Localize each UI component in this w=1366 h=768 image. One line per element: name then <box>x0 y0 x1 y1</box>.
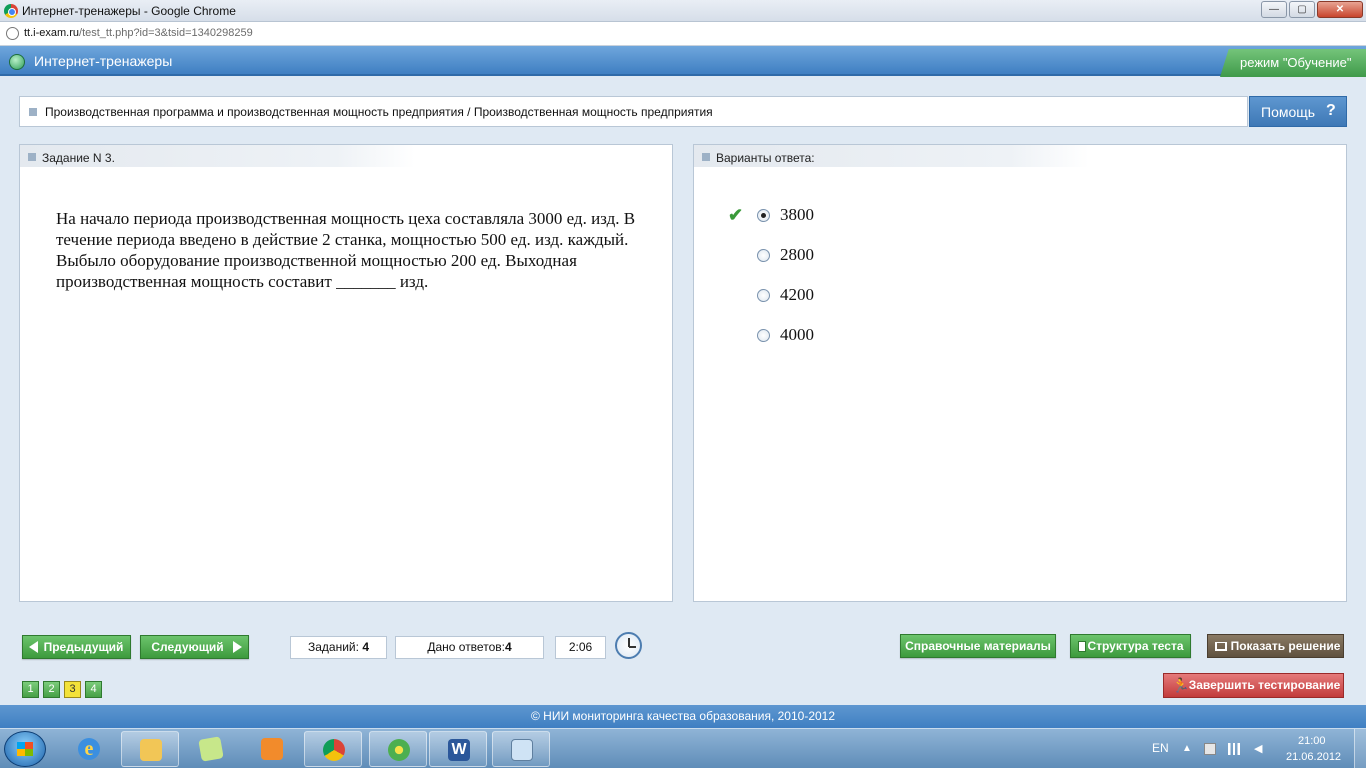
taskbar: e W EN ▲ ◀ 21:00 21.06.2012 <box>0 728 1366 768</box>
answer-radio[interactable] <box>757 209 770 222</box>
tasks-count-label: Заданий: <box>308 640 359 654</box>
next-label: Следующий <box>151 640 224 654</box>
answer-radio[interactable] <box>757 289 770 302</box>
taskbar-time[interactable]: 21:00 <box>1298 735 1326 747</box>
task-panel: Задание N 3. На начало периода производс… <box>19 144 673 602</box>
media-player-icon <box>261 738 283 760</box>
question-icon: ? <box>1326 102 1336 119</box>
arrow-right-icon <box>233 641 242 653</box>
chrome-icon <box>323 739 345 761</box>
next-button[interactable]: Следующий <box>140 635 249 659</box>
finish-test-button[interactable]: 🏃 Завершить тестирование <box>1163 673 1344 698</box>
help-button[interactable]: Помощь ? <box>1249 96 1347 127</box>
tasks-count: Заданий: 4 <box>290 636 387 659</box>
app-title: Интернет-тренажеры <box>34 53 173 69</box>
document-icon <box>1078 641 1086 652</box>
show-desktop-button[interactable] <box>1354 729 1366 768</box>
task-panel-header: Задание N 3. <box>20 145 415 167</box>
answer-label: 4000 <box>780 325 814 344</box>
window-title: Интернет-тренажеры - Google Chrome <box>22 4 236 18</box>
answers-count-label: Дано ответов: <box>427 640 505 654</box>
page-icon <box>6 27 19 40</box>
address-bar[interactable]: tt.i-exam.ru/test_tt.php?id=3&tsid=13402… <box>0 22 1366 46</box>
taskbar-media-player[interactable] <box>243 731 301 767</box>
answers-count: Дано ответов:4 <box>395 636 544 659</box>
bullet-square-icon <box>28 153 36 161</box>
task-heading: Задание N 3. <box>42 151 115 165</box>
breadcrumb-text: Производственная программа и производств… <box>45 105 713 119</box>
previous-button[interactable]: Предыдущий <box>22 635 131 659</box>
action-center-icon[interactable] <box>1204 743 1216 755</box>
page-button-2[interactable]: 2 <box>43 681 60 698</box>
page-button-1[interactable]: 1 <box>22 681 39 698</box>
page-button-4[interactable]: 4 <box>85 681 102 698</box>
help-label: Помощь <box>1261 104 1316 120</box>
answers-panel-header: Варианты ответа: <box>694 145 1089 167</box>
answer-label: 4200 <box>780 285 814 304</box>
previous-label: Предыдущий <box>43 640 124 654</box>
taskbar-sticky-notes[interactable] <box>182 731 240 767</box>
running-man-icon: 🏃 <box>1172 677 1190 693</box>
volume-icon[interactable]: ◀ <box>1254 743 1266 755</box>
icq-flower-icon <box>388 739 410 761</box>
clock-icon <box>615 632 642 659</box>
answers-panel: Варианты ответа: ✔ 3800 2800 4200 4000 <box>693 144 1347 602</box>
taskbar-explorer[interactable] <box>121 731 179 767</box>
chrome-logo-icon <box>4 4 18 18</box>
answers-heading: Варианты ответа: <box>716 151 815 165</box>
tray-expand-icon[interactable]: ▲ <box>1182 743 1194 755</box>
answers-count-value: 4 <box>504 640 512 654</box>
taskbar-notepad[interactable] <box>492 731 550 767</box>
page-button-3[interactable]: 3 <box>64 681 81 698</box>
folder-icon <box>140 739 162 761</box>
sticky-notes-icon <box>198 736 224 762</box>
app-logo-icon <box>9 54 25 70</box>
show-solution-label: Показать решение <box>1230 639 1341 653</box>
footer-copyright: © НИИ мониторинга качества образования, … <box>0 705 1366 728</box>
window-titlebar: Интернет-тренажеры - Google Chrome — ▢ ✕ <box>0 0 1366 22</box>
answer-radio[interactable] <box>757 249 770 262</box>
taskbar-chrome[interactable] <box>304 731 362 767</box>
bullet-square-icon <box>29 108 37 116</box>
book-icon <box>1215 642 1227 651</box>
taskbar-word[interactable]: W <box>429 731 487 767</box>
url-text[interactable]: tt.i-exam.ru/test_tt.php?id=3&tsid=13402… <box>24 27 253 39</box>
answer-radio[interactable] <box>757 329 770 342</box>
app-header: Интернет-тренажеры режим "Обучение" <box>0 46 1366 77</box>
answer-option[interactable]: 4000 <box>694 322 1094 348</box>
answer-option[interactable]: 4200 <box>694 282 1094 308</box>
tasks-count-value: 4 <box>362 640 369 654</box>
arrow-left-icon <box>29 641 38 653</box>
answer-option[interactable]: 2800 <box>694 242 1094 268</box>
maximize-button[interactable]: ▢ <box>1289 1 1315 18</box>
word-icon: W <box>448 739 470 761</box>
taskbar-ie[interactable]: e <box>60 731 118 767</box>
task-text: На начало периода производственная мощно… <box>56 209 636 291</box>
show-solution-button[interactable]: Показать решение <box>1207 634 1344 658</box>
reference-materials-button[interactable]: Справочные материалы <box>900 634 1056 658</box>
answer-option[interactable]: ✔ 3800 <box>694 202 1094 228</box>
network-icon[interactable] <box>1228 743 1240 755</box>
taskbar-icq[interactable] <box>369 731 427 767</box>
minimize-button[interactable]: — <box>1261 1 1287 18</box>
answer-label: 2800 <box>780 245 814 264</box>
url-path: /test_tt.php?id=3&tsid=1340298259 <box>79 27 253 39</box>
mode-badge: режим "Обучение" <box>1220 49 1366 77</box>
checkmark-icon: ✔ <box>728 205 744 225</box>
language-indicator[interactable]: EN <box>1152 741 1169 755</box>
notepad-icon <box>511 739 533 761</box>
timer: 2:06 <box>555 636 606 659</box>
answer-label: 3800 <box>780 205 814 224</box>
breadcrumb: Производственная программа и производств… <box>19 96 1248 127</box>
test-structure-button[interactable]: Структура теста <box>1070 634 1191 658</box>
url-host: tt.i-exam.ru <box>24 27 80 39</box>
close-window-button[interactable]: ✕ <box>1317 1 1363 18</box>
test-structure-label: Структура теста <box>1087 639 1184 653</box>
finish-test-label: Завершить тестирование <box>1188 678 1341 692</box>
bullet-square-icon <box>702 153 710 161</box>
taskbar-date[interactable]: 21.06.2012 <box>1286 751 1341 763</box>
start-button[interactable] <box>4 731 46 767</box>
internet-explorer-icon: e <box>78 738 100 760</box>
